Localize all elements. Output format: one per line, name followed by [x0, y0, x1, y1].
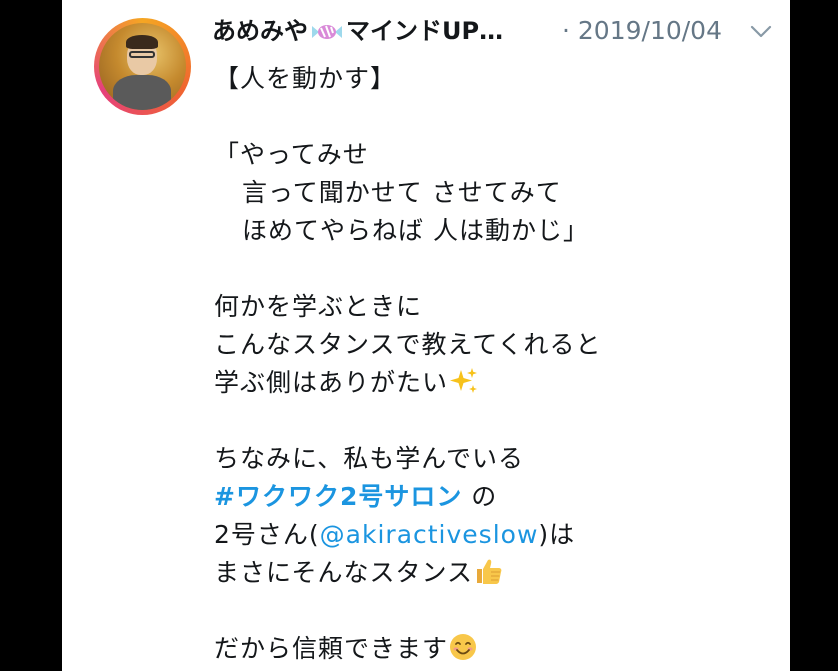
tweet-card: あめみや マインドUP… · 2019/10/04 【人を動かす】 「やってみせ…	[62, 0, 790, 671]
chevron-down-icon[interactable]	[750, 18, 772, 44]
tweet-header: あめみや マインドUP… · 2019/10/04	[212, 14, 772, 50]
text-line: 学ぶ側はありがたい	[214, 364, 774, 402]
quote-line-2: 言って聞かせて させてみて	[242, 178, 562, 207]
text-line: こんなスタンスで教えてくれると	[214, 330, 602, 359]
tweet-text: 【人を動かす】 「やってみせ 言って聞かせて させてみて ほめてやらねば 人は動…	[214, 60, 774, 668]
author-name[interactable]: あめみや マインドUP…	[212, 14, 503, 48]
sparkles-icon	[450, 368, 478, 393]
text-line: 何かを学ぶときに	[214, 292, 423, 321]
text-line: まさにそんなスタンス	[214, 554, 774, 592]
mention-link[interactable]: @akiractiveslow	[320, 520, 539, 549]
quote-line-1: 「やってみせ	[214, 140, 369, 169]
candy-icon	[312, 25, 342, 39]
mention-line: 2号さん(@akiractiveslow)は	[214, 520, 576, 549]
smiling-face-icon	[450, 634, 477, 660]
quote-line-3: ほめてやらねば 人は動かじ」	[242, 216, 589, 245]
hashtag-line: #ワクワク2号サロン の	[214, 482, 498, 511]
hashtag-link[interactable]: #ワクワク2号サロン	[214, 482, 462, 511]
thumbs-up-icon	[477, 559, 502, 584]
tweet-title: 【人を動かす】	[214, 64, 397, 93]
avatar[interactable]	[94, 18, 191, 115]
text-line: ちなみに、私も学んでいる	[214, 444, 525, 473]
text-line: だから信頼できます	[214, 630, 774, 668]
avatar-photo	[99, 23, 186, 110]
tweet-date[interactable]: · 2019/10/04	[562, 14, 722, 48]
